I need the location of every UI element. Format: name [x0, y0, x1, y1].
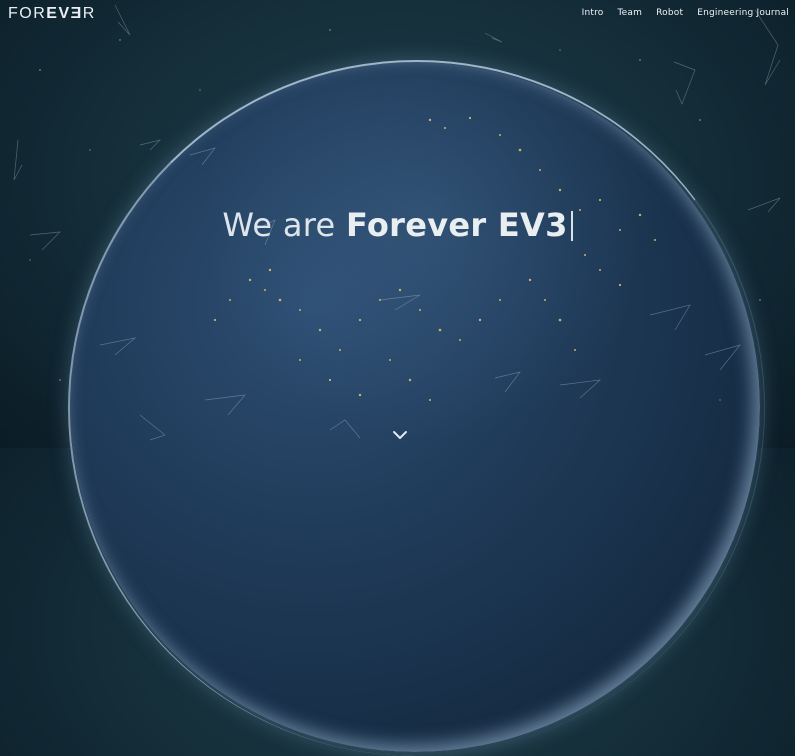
nav-item-robot[interactable]: Robot — [656, 8, 683, 18]
hero-headline-name: Forever EV3 — [345, 206, 568, 244]
logo-text-start: FOR — [8, 5, 47, 22]
main-nav: Intro Team Robot Engineering Journal — [582, 8, 789, 18]
chevron-down-icon — [393, 431, 407, 439]
nav-item-intro[interactable]: Intro — [582, 8, 604, 18]
hero-headline: We are Forever EV3 — [0, 206, 795, 244]
nav-item-engineering-journal[interactable]: Engineering Journal — [697, 8, 789, 18]
site-logo[interactable]: FOREVƎR — [8, 5, 96, 23]
nav-item-team[interactable]: Team — [618, 8, 643, 18]
logo-text-mid: EVƎ — [46, 5, 83, 22]
typing-cursor — [570, 211, 573, 241]
logo-text-end: R — [82, 5, 96, 22]
hero-headline-lead: We are — [222, 206, 346, 244]
scroll-down-button[interactable] — [392, 426, 408, 439]
